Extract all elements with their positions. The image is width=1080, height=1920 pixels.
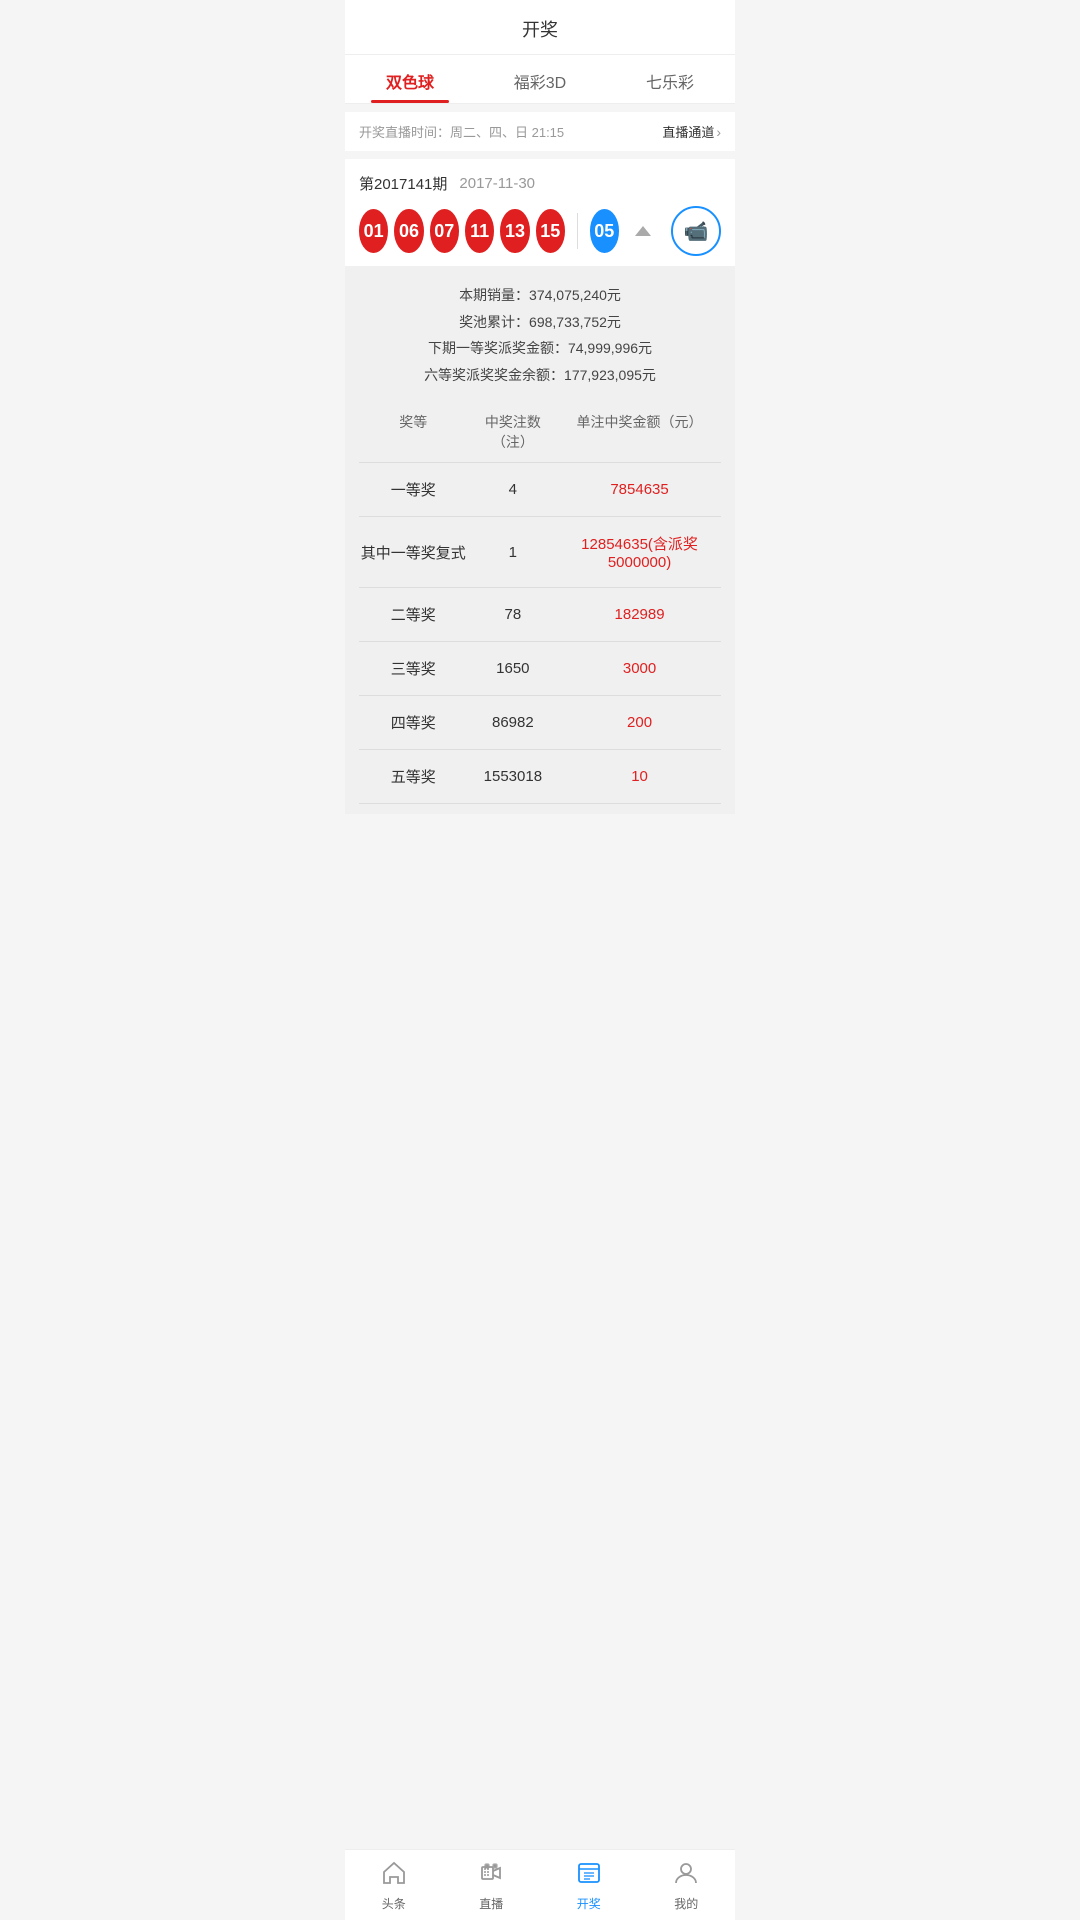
prize-count-third: 1650 — [468, 660, 559, 677]
prize-count-second: 78 — [468, 606, 559, 623]
prize-name-second: 二等奖 — [359, 604, 468, 625]
prize-summary: 本期销量：374,075,240元 奖池累计：698,733,752元 下期一等… — [359, 282, 721, 388]
video-camera-icon: 📹 — [684, 219, 709, 244]
nav-item-home[interactable]: 头条 — [345, 1850, 443, 1920]
broadcast-time: 开奖直播时间：周二、四、日 21:15 — [359, 122, 564, 141]
prize-table: 奖等 中奖注数（注） 单注中奖金额（元） 一等奖 4 7854635 其中一等奖… — [359, 402, 721, 804]
prize-table-header: 奖等 中奖注数（注） 单注中奖金额（元） — [359, 402, 721, 463]
prize-amount-first: 7854635 — [558, 481, 721, 498]
tab-fucai3d[interactable]: 福彩3D — [475, 55, 605, 103]
issue-section: 第2017141期 2017-11-30 01 06 07 11 13 15 0… — [345, 159, 735, 266]
nav-item-live[interactable]: 直播 — [443, 1850, 541, 1920]
lottery-icon — [576, 1860, 602, 1891]
chevron-right-icon: › — [716, 124, 721, 140]
header-count: 中奖注数（注） — [468, 412, 559, 452]
page-title: 开奖 — [522, 20, 558, 40]
prize-name-fourth: 四等奖 — [359, 712, 468, 733]
prize-row-third: 三等奖 1650 3000 — [359, 642, 721, 696]
red-ball-6: 15 — [536, 209, 565, 253]
next-first-text: 下期一等奖派奖金额：74,999,996元 — [359, 335, 721, 362]
header-amount: 单注中奖金额（元） — [558, 412, 721, 452]
nav-label-home: 头条 — [382, 1895, 406, 1912]
red-ball-1: 01 — [359, 209, 388, 253]
prize-amount-first-complex: 12854635(含派奖5000000) — [558, 533, 721, 571]
collapse-icon — [635, 226, 651, 236]
tab-bar: 双色球 福彩3D 七乐彩 — [345, 55, 735, 104]
red-ball-4: 11 — [465, 209, 494, 253]
nav-label-mine: 我的 — [674, 1895, 698, 1912]
live-icon — [478, 1860, 504, 1891]
bottom-nav: 头条 直播 — [345, 1849, 735, 1920]
pool-text: 奖池累计：698,733,752元 — [359, 309, 721, 336]
prize-name-first-complex: 其中一等奖复式 — [359, 542, 468, 563]
prize-row-fifth: 五等奖 1553018 10 — [359, 750, 721, 804]
tab-qilecai[interactable]: 七乐彩 — [605, 55, 735, 103]
blue-ball: 05 — [590, 209, 619, 253]
prize-panel: 本期销量：374,075,240元 奖池累计：698,733,752元 下期一等… — [345, 266, 735, 814]
prize-row-first: 一等奖 4 7854635 — [359, 463, 721, 517]
issue-number: 第2017141期 — [359, 173, 447, 194]
prize-row-fourth: 四等奖 86982 200 — [359, 696, 721, 750]
prize-name-third: 三等奖 — [359, 658, 468, 679]
red-ball-3: 07 — [430, 209, 459, 253]
balls-divider — [577, 213, 578, 249]
page-header: 开奖 — [345, 0, 735, 55]
video-button[interactable]: 📹 — [671, 206, 721, 256]
nav-label-live: 直播 — [479, 1895, 503, 1912]
mine-icon — [673, 1860, 699, 1891]
prize-name-fifth: 五等奖 — [359, 766, 468, 787]
home-icon — [381, 1860, 407, 1891]
prize-amount-second: 182989 — [558, 606, 721, 623]
broadcast-channel-link[interactable]: 直播通道 › — [662, 122, 721, 141]
prize-name-first: 一等奖 — [359, 479, 468, 500]
prize-amount-fifth: 10 — [558, 768, 721, 785]
prize-count-fourth: 86982 — [468, 714, 559, 731]
balls-row: 01 06 07 11 13 15 05 📹 — [359, 206, 721, 256]
broadcast-bar: 开奖直播时间：周二、四、日 21:15 直播通道 › — [345, 112, 735, 151]
red-ball-5: 13 — [500, 209, 529, 253]
nav-label-lottery: 开奖 — [577, 1895, 601, 1912]
sales-text: 本期销量：374,075,240元 — [359, 282, 721, 309]
sixth-remain-text: 六等奖派奖奖金余额：177,923,095元 — [359, 362, 721, 389]
header-name: 奖等 — [359, 412, 468, 452]
collapse-button[interactable] — [625, 213, 661, 249]
red-ball-2: 06 — [394, 209, 423, 253]
prize-count-first: 4 — [468, 481, 559, 498]
prize-count-first-complex: 1 — [468, 544, 559, 561]
nav-item-mine[interactable]: 我的 — [638, 1850, 736, 1920]
prize-count-fifth: 1553018 — [468, 768, 559, 785]
issue-date: 2017-11-30 — [459, 175, 535, 192]
prize-row-second: 二等奖 78 182989 — [359, 588, 721, 642]
prize-row-first-complex: 其中一等奖复式 1 12854635(含派奖5000000) — [359, 517, 721, 588]
nav-item-lottery[interactable]: 开奖 — [540, 1850, 638, 1920]
prize-amount-fourth: 200 — [558, 714, 721, 731]
prize-amount-third: 3000 — [558, 660, 721, 677]
tab-shuangseqiu[interactable]: 双色球 — [345, 55, 475, 103]
